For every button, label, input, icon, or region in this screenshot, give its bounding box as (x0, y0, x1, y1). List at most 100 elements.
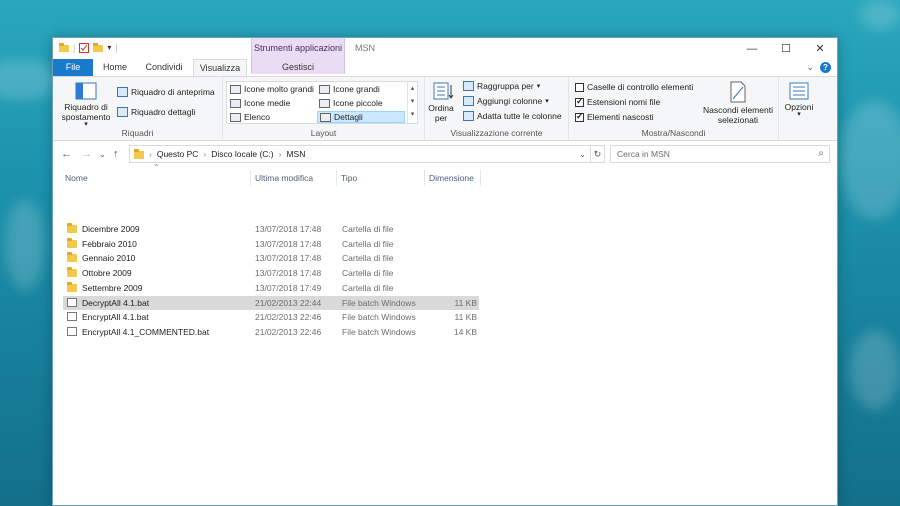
address-bar[interactable]: › Questo PC › Disco locale (C:) › MSN ⌄ (129, 145, 591, 163)
column-header-modified[interactable]: Ultima modifica (251, 170, 337, 186)
refresh-icon[interactable]: ↻ (591, 145, 605, 163)
details-icon (320, 112, 331, 122)
extra-large-icons-icon (230, 84, 241, 94)
type-cell: Cartella di file (342, 253, 394, 264)
gallery-scroll[interactable]: ▴ ▾ ▾ (407, 82, 417, 123)
minimize-button[interactable]: — (735, 38, 769, 59)
search-icon: ⌕ (818, 148, 824, 159)
options-button[interactable]: Opzioni ▾ (781, 82, 817, 120)
details-pane-label: Riquadro dettagli (131, 107, 196, 117)
group-by-button[interactable]: Raggruppa per ▾ (463, 81, 540, 91)
tab-home[interactable]: Home (95, 59, 135, 76)
add-columns-label: Aggiungi colonne (477, 96, 543, 106)
group-by-icon (463, 81, 474, 91)
layout-large-icons[interactable]: Icone grandi (319, 84, 380, 94)
add-columns-button[interactable]: Aggiungi colonne ▾ (463, 96, 549, 106)
tab-file[interactable]: File (53, 59, 93, 76)
layout-small-icons[interactable]: Icone piccole (319, 98, 383, 108)
breadcrumb-msn[interactable]: MSN (286, 149, 305, 159)
tab-manage[interactable]: Gestisci (251, 59, 345, 76)
fit-columns-button[interactable]: Adatta tutte le colonne (463, 111, 562, 121)
tab-share[interactable]: Condividi (137, 59, 191, 76)
search-input[interactable]: Cerca in MSN ⌕ (610, 145, 830, 163)
folder-icon (67, 267, 77, 278)
details-pane-button[interactable]: Riquadro dettagli (117, 107, 195, 117)
group-by-label: Raggruppa per (477, 81, 534, 91)
preview-pane-icon (117, 87, 128, 97)
maximize-button[interactable]: ☐ (769, 38, 803, 59)
layout-medium-icons[interactable]: Icone medie (230, 98, 290, 108)
hide-selected-button[interactable]: Nascondi elementi selezionati (701, 81, 775, 125)
column-header-name[interactable]: Nome (61, 170, 251, 186)
new-folder-icon[interactable] (93, 42, 104, 53)
modified-cell: 13/07/2018 17:48 (255, 253, 322, 264)
item-checkboxes-toggle[interactable]: Caselle di controllo elementi (575, 82, 693, 92)
layout-item-label: Icone medie (244, 98, 291, 108)
table-row[interactable]: Dicembre 2009 13/07/2018 17:48 Cartella di… (63, 222, 479, 236)
preview-pane-button[interactable]: Riquadro di anteprima (117, 87, 215, 97)
address-dropdown-icon[interactable]: ⌄ (579, 150, 586, 159)
hidden-items-toggle[interactable]: Elementi nascosti (575, 111, 654, 122)
file-name-cell: EncryptAll 4.1_COMMENTED.bat (67, 325, 209, 339)
breadcrumb-this-pc[interactable]: Questo PC (157, 149, 199, 159)
folder-icon (67, 281, 77, 292)
hide-selected-icon (730, 81, 746, 103)
file-name: EncryptAll 4.1_COMMENTED.bat (82, 326, 210, 337)
layout-list[interactable]: Elenco (230, 112, 270, 122)
window-controls: — ☐ ✕ (735, 38, 837, 59)
table-row[interactable]: EncryptAll 4.1.bat 21/02/2013 22:46 File b… (63, 310, 479, 324)
separator: | (115, 42, 118, 53)
column-header-type[interactable]: Tipo (337, 170, 425, 186)
folder-icon (67, 252, 77, 263)
table-row[interactable]: EncryptAll 4.1_COMMENTED.bat 21/02/2013 2… (63, 325, 479, 339)
forward-arrow-icon[interactable]: → (81, 148, 92, 160)
file-name: EncryptAll 4.1.bat (82, 312, 149, 323)
back-arrow-icon[interactable]: ← (61, 148, 72, 160)
checkbox[interactable] (575, 96, 584, 107)
size-cell: 11 KB (454, 297, 477, 308)
breadcrumb-local-disk[interactable]: Disco locale (C:) (211, 149, 273, 159)
batch-file-icon (67, 312, 77, 322)
table-row[interactable]: DecryptAll 4.1.bat 21/02/2013 22:44 File b… (63, 295, 479, 310)
list-icon (230, 112, 241, 122)
quick-access-toolbar: | ▾ | (59, 42, 118, 53)
help-icon[interactable]: ? (820, 62, 831, 73)
customize-toolbar-icon[interactable]: ▾ (107, 43, 111, 52)
close-button[interactable]: ✕ (803, 38, 837, 59)
checkbox[interactable] (575, 82, 584, 92)
layout-group-label: Layout (310, 128, 337, 138)
collapse-ribbon-icon[interactable]: ⌄ (806, 62, 814, 73)
navigation-pane-icon (75, 82, 97, 100)
layout-extra-large-icons[interactable]: Icone molto grandi (230, 84, 314, 94)
table-row[interactable]: Febbraio 2010 13/07/2018 17:48 Cartella di… (63, 237, 479, 251)
address-row: ← → ⌄ ↑ › Questo PC › Disco locale (C:) … (53, 142, 837, 166)
layout-item-label: Icone molto grandi (244, 84, 314, 94)
layout-gallery: Icone molto grandi Icone grandi Icone me… (226, 81, 418, 124)
up-arrow-icon[interactable]: ↑ (113, 148, 119, 160)
checkbox[interactable] (575, 111, 584, 122)
file-extensions-toggle[interactable]: Estensioni nomi file (575, 96, 660, 107)
navigation-pane-button[interactable]: Riquadro di spostamento ▾ (57, 82, 115, 130)
file-name-cell: Ottobre 2009 (67, 266, 132, 280)
file-name: Febbraio 2010 (82, 238, 137, 249)
type-cell: File batch Windows (342, 312, 416, 323)
properties-icon[interactable] (79, 42, 90, 53)
modified-cell: 13/07/2018 17:48 (255, 224, 322, 234)
recent-locations-icon[interactable]: ⌄ (99, 150, 106, 159)
file-explorer-window: | ▾ | Strumenti applicazioni MSN — ☐ ✕ F… (52, 37, 838, 506)
layout-item-label: Icone piccole (333, 98, 383, 108)
type-cell: Cartella di file (342, 282, 394, 293)
modified-cell: 13/07/2018 17:49 (255, 282, 322, 293)
layout-details[interactable]: Dettagli (317, 111, 405, 123)
file-name: DecryptAll 4.1.bat (82, 297, 150, 308)
column-header-size[interactable]: Dimensione (425, 170, 481, 186)
batch-file-icon (67, 326, 77, 336)
sort-by-button[interactable]: Ordina per (428, 81, 458, 123)
table-row[interactable]: Settembre 2009 13/07/2018 17:49 Cartella d… (63, 281, 479, 295)
layout-item-label: Icone grandi (333, 84, 380, 94)
fit-columns-icon (463, 111, 474, 121)
file-name: Dicembre 2009 (82, 224, 140, 234)
tab-view[interactable]: Visualizza (193, 59, 247, 77)
table-row[interactable]: Ottobre 2009 13/07/2018 17:48 Cartella di … (63, 266, 479, 280)
table-row[interactable]: Gennaio 2010 13/07/2018 17:48 Cartella di … (63, 251, 479, 265)
